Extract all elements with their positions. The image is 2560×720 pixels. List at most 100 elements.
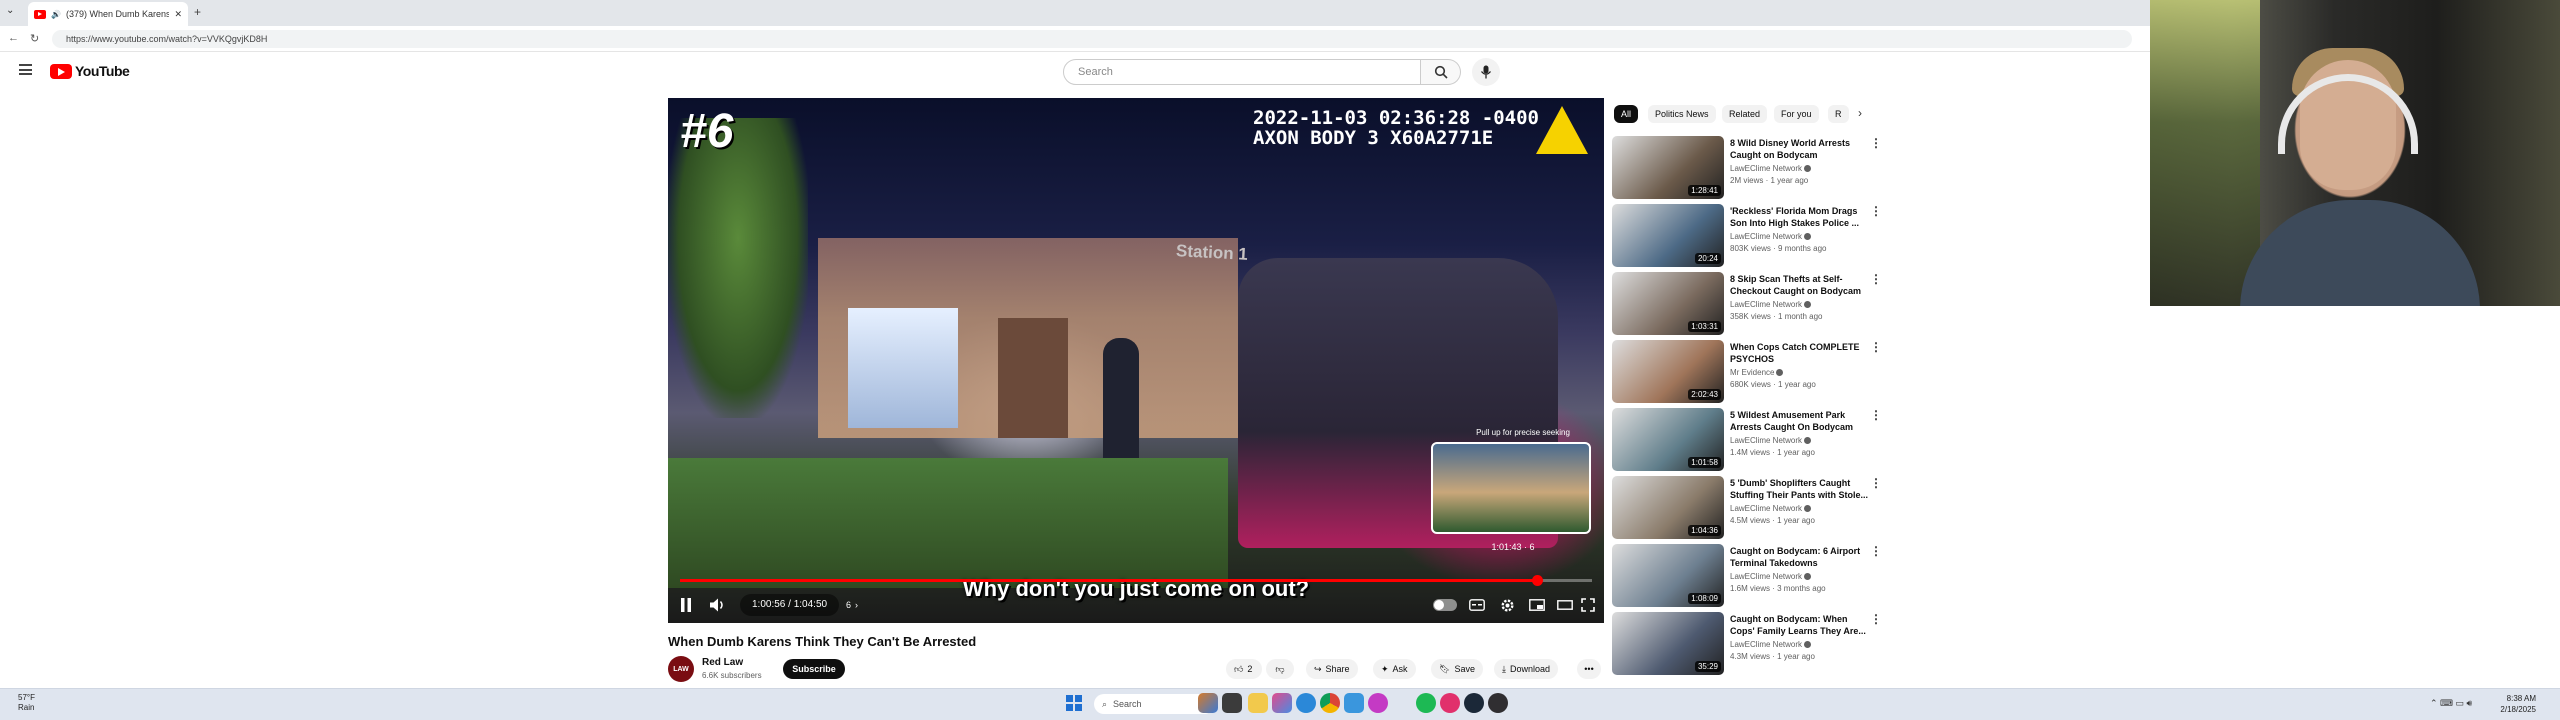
recommendation-item[interactable]: 1:04:36 5 'Dumb' Shoplifters Caught Stuff… xyxy=(1612,476,1882,542)
recommendation-item[interactable]: 2:02:43 When Cops Catch COMPLETE PSYCHOS M… xyxy=(1612,340,1882,406)
recommendation-channel[interactable]: LawEClime Network xyxy=(1730,436,1812,445)
autoplay-toggle[interactable] xyxy=(1433,599,1457,611)
chip-r[interactable]: R xyxy=(1828,105,1849,123)
tab-list-chevron-icon[interactable]: ⌄ xyxy=(6,5,14,16)
share-label: Share xyxy=(1325,664,1350,674)
start-button[interactable] xyxy=(1066,695,1082,711)
search-input[interactable]: Search xyxy=(1063,59,1421,85)
recommendation-thumbnail[interactable]: 35:29 xyxy=(1612,612,1724,675)
app-icon[interactable] xyxy=(1344,693,1364,713)
recommendation-title[interactable]: 8 Skip Scan Thefts at Self-Checkout Caug… xyxy=(1730,273,1870,297)
obs-icon[interactable] xyxy=(1488,693,1508,713)
recommendation-item[interactable]: 20:24 'Reckless' Florida Mom Drags Son In… xyxy=(1612,204,1882,270)
recommendation-item[interactable]: 35:29 Caught on Bodycam: When Cops' Famil… xyxy=(1612,612,1882,678)
dislike-button[interactable]: 👎︎ xyxy=(1266,659,1294,679)
menu-icon[interactable] xyxy=(19,64,32,75)
recommendation-title[interactable]: Caught on Bodycam: When Cops' Family Lea… xyxy=(1730,613,1870,637)
chips-next-button[interactable]: › xyxy=(1858,106,1862,120)
app-icon[interactable] xyxy=(1440,693,1460,713)
video-player[interactable]: Station 1 #6 2022-11-03 02:36:28 -0400 A… xyxy=(668,98,1604,623)
recommendation-thumbnail[interactable]: 1:08:09 xyxy=(1612,544,1724,607)
recommendation-channel[interactable]: LawEClime Network xyxy=(1730,232,1812,241)
address-bar[interactable]: https://www.youtube.com/watch?v=VVKQgvjK… xyxy=(52,30,2132,48)
video-duration: 2:02:43 xyxy=(1688,389,1721,400)
chip-politics-news[interactable]: Politics News xyxy=(1648,105,1716,123)
pause-button[interactable] xyxy=(678,597,694,613)
streaming-app-icon[interactable] xyxy=(1368,693,1388,713)
more-vertical-icon[interactable]: ⋮ xyxy=(1870,409,1882,421)
new-tab-icon[interactable]: + xyxy=(194,5,201,19)
more-vertical-icon[interactable]: ⋮ xyxy=(1870,137,1882,149)
chapter-button[interactable]: 6 › xyxy=(846,596,858,614)
volume-button[interactable] xyxy=(710,597,726,613)
recommendation-item[interactable]: 1:08:09 Caught on Bodycam: 6 Airport Term… xyxy=(1612,544,1882,610)
chip-for-you[interactable]: For you xyxy=(1774,105,1819,123)
more-vertical-icon[interactable]: ⋮ xyxy=(1870,545,1882,557)
copilot-icon[interactable] xyxy=(1198,693,1218,713)
photos-icon[interactable] xyxy=(1272,693,1292,713)
more-vertical-icon[interactable]: ⋮ xyxy=(1870,477,1882,489)
recommendation-thumbnail[interactable]: 2:02:43 xyxy=(1612,340,1724,403)
recommendation-title[interactable]: 5 'Dumb' Shoplifters Caught Stuffing The… xyxy=(1730,477,1870,501)
more-vertical-icon[interactable]: ⋮ xyxy=(1870,205,1882,217)
weather-widget[interactable]: 57°F Rain xyxy=(18,693,35,713)
spotify-icon[interactable] xyxy=(1416,693,1436,713)
save-button[interactable]: 🔖︎ Save xyxy=(1431,659,1483,679)
recommendation-item[interactable]: 1:03:31 8 Skip Scan Thefts at Self-Checko… xyxy=(1612,272,1882,338)
steam-icon[interactable] xyxy=(1464,693,1484,713)
task-view-icon[interactable] xyxy=(1222,693,1242,713)
like-button[interactable]: 👍︎ 2 xyxy=(1226,659,1262,679)
reload-icon[interactable]: ↻ xyxy=(30,32,39,45)
recommendation-title[interactable]: 'Reckless' Florida Mom Drags Son Into Hi… xyxy=(1730,205,1870,229)
recommendation-channel[interactable]: LawEClime Network xyxy=(1730,164,1812,173)
recommendation-thumbnail[interactable]: 1:03:31 xyxy=(1612,272,1724,335)
recommendation-thumbnail[interactable]: 1:04:36 xyxy=(1612,476,1724,539)
fullscreen-button[interactable] xyxy=(1580,597,1596,613)
browser-tab[interactable]: 🔊 (379) When Dumb Karens Thi... ✕ xyxy=(28,2,188,26)
recommendation-thumbnail[interactable]: 1:01:58 xyxy=(1612,408,1724,471)
miniplayer-button[interactable] xyxy=(1528,597,1546,613)
captions-button[interactable] xyxy=(1468,597,1486,613)
channel-avatar[interactable]: LAW xyxy=(668,656,694,682)
recommendation-thumbnail[interactable]: 1:28:41 xyxy=(1612,136,1724,199)
taskbar-clock[interactable]: 8:38 AM 2/18/2025 xyxy=(2500,693,2536,715)
file-explorer-icon[interactable] xyxy=(1248,693,1268,713)
progress-bar[interactable] xyxy=(680,575,1592,586)
youtube-logo[interactable]: YouTube xyxy=(50,63,130,79)
search-button[interactable] xyxy=(1421,59,1461,85)
recommendation-channel[interactable]: LawEClime Network xyxy=(1730,300,1812,309)
recommendation-item[interactable]: 1:28:41 8 Wild Disney World Arrests Caugh… xyxy=(1612,136,1882,202)
more-actions-button[interactable]: ••• xyxy=(1577,659,1601,679)
chip-all[interactable]: All xyxy=(1614,105,1639,123)
theater-button[interactable] xyxy=(1556,597,1574,613)
recommendation-item[interactable]: 1:01:58 5 Wildest Amusement Park Arrests … xyxy=(1612,408,1882,474)
recommendation-title[interactable]: Caught on Bodycam: 6 Airport Terminal Ta… xyxy=(1730,545,1870,569)
system-tray[interactable]: ⌃ ⌨ ▭ 🔊︎ xyxy=(2430,698,2472,709)
recommendation-title[interactable]: 8 Wild Disney World Arrests Caught on Bo… xyxy=(1730,137,1870,161)
more-vertical-icon[interactable]: ⋮ xyxy=(1870,341,1882,353)
recommendation-title[interactable]: When Cops Catch COMPLETE PSYCHOS xyxy=(1730,341,1870,365)
voice-search-button[interactable] xyxy=(1472,58,1500,86)
recommendation-channel[interactable]: LawEClime Network xyxy=(1730,504,1812,513)
ask-button[interactable]: ✦ Ask xyxy=(1373,659,1416,679)
logo-text: YouTube xyxy=(75,63,130,79)
recommendation-channel[interactable]: LawEClime Network xyxy=(1730,572,1812,581)
recommendation-title[interactable]: 5 Wildest Amusement Park Arrests Caught … xyxy=(1730,409,1870,433)
channel-name: LawEClime Network xyxy=(1730,640,1803,649)
download-button[interactable]: ⤓ Download xyxy=(1494,659,1559,679)
settings-button[interactable] xyxy=(1498,597,1516,613)
close-tab-icon[interactable]: ✕ xyxy=(174,9,182,20)
share-button[interactable]: ↪ Share xyxy=(1306,659,1358,679)
more-vertical-icon[interactable]: ⋮ xyxy=(1870,613,1882,625)
edge-browser-icon[interactable] xyxy=(1296,693,1316,713)
recommendation-channel[interactable]: Mr Evidence xyxy=(1730,368,1784,377)
back-icon[interactable]: ← xyxy=(8,32,19,44)
recommendation-thumbnail[interactable]: 20:24 xyxy=(1612,204,1724,267)
taskbar-search[interactable]: ⌕ Search xyxy=(1094,694,1214,714)
chrome-browser-icon[interactable] xyxy=(1320,693,1340,713)
recommendation-channel[interactable]: LawEClime Network xyxy=(1730,640,1812,649)
more-vertical-icon[interactable]: ⋮ xyxy=(1870,273,1882,285)
chip-related[interactable]: Related xyxy=(1722,105,1768,123)
channel-name[interactable]: Red Law xyxy=(702,657,743,668)
subscribe-button[interactable]: Subscribe xyxy=(783,659,845,679)
